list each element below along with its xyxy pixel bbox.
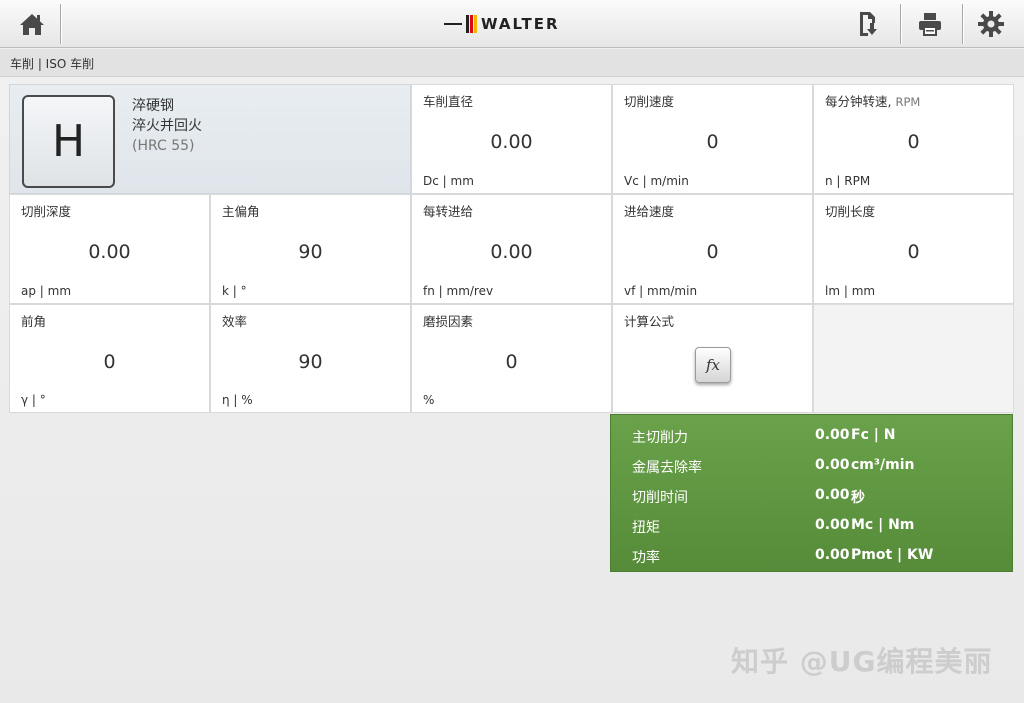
empty-cell (813, 304, 1014, 413)
result-unit: 秒 (851, 490, 865, 506)
result-row: 金属去除率 0.00 cm³/min (611, 451, 1014, 481)
field-label: 每分钟转速, RPM (825, 94, 921, 109)
material-panel[interactable]: H 淬硬钢 淬火并回火 (HRC 55) (9, 84, 411, 194)
result-row: 扭矩 0.00 Mc | Nm (611, 511, 1014, 541)
field-label: 效率 (222, 314, 248, 329)
field-feed-speed[interactable]: 进给速度 0 vf | mm/min (612, 194, 813, 304)
field-unit: γ | ° (21, 393, 46, 407)
result-value: 0.00 (815, 487, 850, 503)
field-entering-angle[interactable]: 主偏角 90 k | ° (210, 194, 411, 304)
field-rake-angle[interactable]: 前角 0 γ | ° (9, 304, 210, 413)
result-value: 0.00 (815, 427, 850, 443)
breadcrumb[interactable]: 车削 | ISO 车削 (10, 55, 94, 72)
field-value: 0.00 (490, 131, 533, 153)
formula-fx-icon: fx (705, 356, 720, 374)
field-unit: fn | mm/rev (423, 284, 494, 298)
field-cutting-length[interactable]: 切削长度 0 lm | mm (813, 194, 1014, 304)
field-turning-diameter[interactable]: 车削直径 0.00 Dc | mm (411, 84, 612, 194)
field-label: 切削速度 (624, 94, 675, 109)
field-unit: n | RPM (825, 174, 871, 188)
result-unit: Fc | N (851, 427, 896, 443)
breadcrumb-bar: 车削 | ISO 车削 (0, 49, 1024, 77)
field-value: 90 (298, 351, 323, 373)
field-unit: % (423, 393, 435, 407)
field-depth-of-cut[interactable]: 切削深度 0.00 ap | mm (9, 194, 210, 304)
result-unit: Pmot | KW (851, 547, 934, 563)
field-label: 每转进给 (423, 204, 474, 219)
field-value: 0 (706, 131, 719, 153)
result-value: 0.00 (815, 457, 850, 473)
walter-logo: WALTER (444, 12, 560, 36)
result-row: 主切削力 0.00 Fc | N (611, 421, 1014, 451)
field-formula: 计算公式 fx (612, 304, 813, 413)
field-label: 主偏角 (222, 204, 260, 219)
field-label: 前角 (21, 314, 47, 329)
field-wear-factor[interactable]: 磨损因素 0 % (411, 304, 612, 413)
result-value: 0.00 (815, 517, 850, 533)
field-label: 切削长度 (825, 204, 876, 219)
export-icon (860, 12, 877, 36)
field-unit: η | % (222, 393, 253, 407)
field-value: 0 (907, 131, 920, 153)
result-label: 切削时间 (632, 490, 688, 506)
home-icon (20, 14, 44, 35)
material-group-badge[interactable]: H (22, 95, 115, 188)
watermark: 知乎 @UG编程美丽 (731, 645, 993, 678)
field-label: 计算公式 (624, 314, 675, 329)
field-value: 0.00 (490, 241, 533, 263)
material-hardness: (HRC 55) (132, 138, 195, 154)
material-treatment: 淬火并回火 (132, 118, 202, 134)
logo-text: WALTER (481, 15, 560, 33)
field-unit: vf | mm/min (624, 284, 698, 298)
home-button[interactable] (4, 4, 60, 44)
print-button[interactable] (902, 4, 958, 44)
field-value: 90 (298, 241, 323, 263)
result-unit: cm³/min (851, 457, 915, 473)
field-efficiency[interactable]: 效率 90 η | % (210, 304, 411, 413)
result-label: 金属去除率 (632, 460, 702, 476)
field-unit: lm | mm (825, 284, 876, 298)
field-label: 进给速度 (624, 204, 675, 219)
field-value: 0 (706, 241, 719, 263)
field-spindle-speed[interactable]: 每分钟转速, RPM 0 n | RPM (813, 84, 1014, 194)
field-value: 0 (505, 351, 518, 373)
field-value: 0 (103, 351, 116, 373)
material-name: 淬硬钢 (132, 98, 174, 114)
toolbar-divider (900, 4, 901, 44)
results-panel: 主切削力 0.00 Fc | N 金属去除率 0.00 cm³/min 切削时间… (610, 414, 1013, 572)
field-unit: Vc | m/min (624, 174, 689, 188)
result-row: 功率 0.00 Pmot | KW (611, 541, 1014, 571)
result-label: 主切削力 (632, 430, 688, 446)
toolbar-divider (60, 4, 61, 44)
settings-button[interactable] (963, 4, 1019, 44)
export-button[interactable] (840, 4, 896, 44)
result-row: 切削时间 0.00 秒 (611, 481, 1014, 511)
gear-icon (978, 11, 1004, 37)
formula-button[interactable]: fx (695, 347, 731, 383)
field-unit: ap | mm (21, 284, 72, 298)
field-label: 车削直径 (423, 94, 474, 109)
result-unit: Mc | Nm (851, 517, 915, 533)
field-value: 0.00 (88, 241, 131, 263)
field-unit: k | ° (222, 284, 247, 298)
result-value: 0.00 (815, 547, 850, 563)
field-value: 0 (907, 241, 920, 263)
result-label: 功率 (632, 550, 660, 566)
result-label: 扭矩 (632, 520, 660, 536)
field-label: 磨损因素 (423, 314, 474, 329)
printer-icon (919, 13, 941, 36)
field-feed-per-rev[interactable]: 每转进给 0.00 fn | mm/rev (411, 194, 612, 304)
top-toolbar: WALTER (0, 0, 1024, 48)
field-cutting-speed[interactable]: 切削速度 0 Vc | m/min (612, 84, 813, 194)
field-label: 切削深度 (21, 204, 72, 219)
field-unit: Dc | mm (423, 174, 474, 188)
